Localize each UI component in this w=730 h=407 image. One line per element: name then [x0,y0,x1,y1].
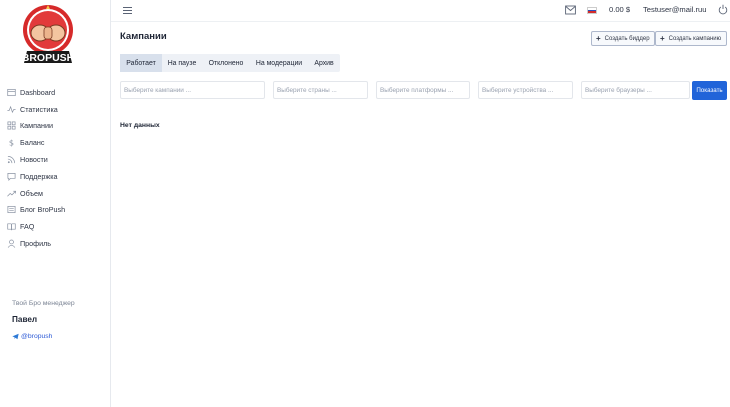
status-tabs: Работает На паузе Отклонено На модерации… [120,54,340,72]
platforms-select[interactable]: Выберите платформы ... [376,81,470,99]
telegram-icon [12,333,19,340]
logo-text: BROPUSH [22,52,75,64]
dashboard-icon [7,88,16,96]
sidebar-item-label: Dashboard [20,87,56,97]
page-title: Кампании [120,31,167,42]
sidebar-item-label: Блог BroPush [20,205,66,215]
create-campaign-label: Создать кампанию [668,35,722,42]
manager-telegram-link[interactable]: @bropush [12,333,52,340]
tab-archive[interactable]: Архив [308,54,340,72]
campaigns-icon [7,122,16,130]
user-email[interactable]: Testuser@mail.ruu [643,5,706,14]
bropush-logo[interactable]: BROPUSH [17,3,79,71]
tab-working[interactable]: Работает [120,54,162,72]
manager-name: Павел [12,315,38,324]
sidebar-item-label: Профиль [20,239,52,249]
user-icon [7,239,16,248]
create-bidder-label: Создать биддер [604,35,650,42]
plus-icon: + [660,34,665,43]
tab-rejected[interactable]: Отклонено [202,54,250,72]
plus-icon: + [596,34,601,43]
show-button[interactable]: Показать [692,81,727,100]
header-balance: 0.00 $ [609,5,631,14]
blog-icon [7,206,16,214]
svg-text:$: $ [9,138,14,147]
sidebar-item-campaigns[interactable]: Кампании [7,118,107,135]
sidebar: BROPUSH Dashboard Статистика Кампании $ … [0,0,111,407]
sidebar-item-balance[interactable]: $ Баланс [7,134,107,151]
countries-select[interactable]: Выберите страны ... [273,81,368,99]
sidebar-item-label: Поддержка [20,171,58,181]
trend-icon [7,190,16,197]
browsers-select[interactable]: Выберите браузеры ... [581,81,690,99]
sidebar-item-blog[interactable]: Блог BroPush [7,202,107,219]
create-bidder-button[interactable]: + Создать биддер [591,31,655,46]
sidebar-item-label: Объем [20,188,43,198]
dollar-icon: $ [9,138,14,147]
manager-title: Твой Бро менеджер [12,300,75,307]
manager-telegram-label: @bropush [21,333,53,340]
tab-paused[interactable]: На паузе [162,54,202,72]
stats-icon [7,105,16,113]
sidebar-menu: Dashboard Статистика Кампании $ Баланс Н… [7,84,107,252]
sidebar-item-volume[interactable]: Объем [7,185,107,202]
sidebar-item-label: Баланс [20,138,45,148]
sidebar-item-profile[interactable]: Профиль [7,235,107,252]
sidebar-item-dashboard[interactable]: Dashboard [7,84,107,101]
sidebar-item-support[interactable]: Поддержка [7,168,107,185]
sidebar-item-faq[interactable]: FAQ [7,218,107,235]
russia-flag-icon[interactable] [587,7,597,14]
top-bar: 0.00 $ Testuser@mail.ruu [111,0,730,22]
hamburger-icon[interactable] [122,5,133,16]
rss-icon [7,156,16,164]
sidebar-item-news[interactable]: Новости [7,151,107,168]
devices-select[interactable]: Выберите устройства ... [478,81,573,99]
campaigns-select[interactable]: Выберите кампании ... [120,81,265,99]
chat-icon [7,172,16,181]
book-icon [7,223,16,231]
sidebar-item-label: Статистика [20,104,58,114]
sidebar-item-statistics[interactable]: Статистика [7,101,107,118]
mail-icon[interactable] [565,5,576,15]
sidebar-item-label: Кампании [20,121,54,131]
sidebar-item-label: FAQ [20,222,35,232]
sidebar-item-label: Новости [20,155,48,165]
power-icon[interactable] [718,4,728,15]
empty-state-text: Нет данных [120,122,160,129]
tab-moderation[interactable]: На модерации [250,54,308,72]
create-campaign-button[interactable]: + Создать кампанию [655,31,727,46]
